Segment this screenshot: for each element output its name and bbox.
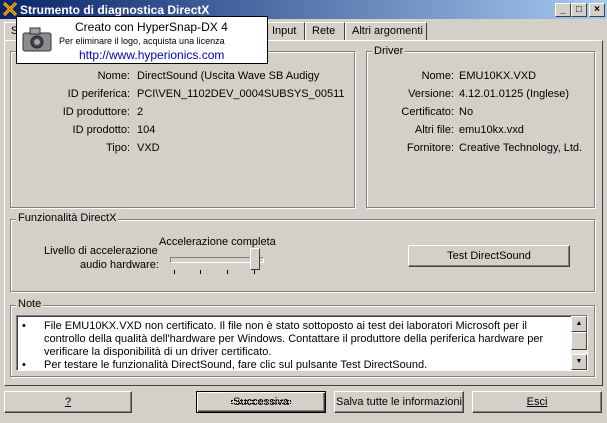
driver-vendor-label: Fornitore: [406, 142, 454, 154]
notes-box[interactable]: • File EMU10KX.VXD non certificato. Il f… [16, 315, 588, 371]
device-id-value: PCI\VEN_1102DEV_0004SUBSYS_00511 [137, 88, 345, 100]
exit-button[interactable]: Esci [472, 391, 602, 413]
type-value: VXD [137, 142, 160, 154]
directx-icon [3, 2, 17, 16]
scroll-up-icon[interactable]: ▲ [571, 316, 587, 332]
bullet: • [22, 320, 26, 332]
camera-icon [22, 27, 52, 52]
tab-rete[interactable]: Rete [305, 22, 345, 40]
bullet: • [22, 359, 26, 371]
driver-group-title: Driver [372, 45, 406, 57]
notes-group-title: Note [16, 298, 44, 310]
watermark-line2: Per eliminare il logo, acquista una lice… [59, 36, 225, 46]
minimize-button[interactable]: _ [555, 3, 571, 17]
accel-label-line1: Livello di accelerazione [44, 245, 158, 257]
driver-name-value: EMU10KX.VXD [459, 70, 537, 82]
help-label: ? [64, 396, 72, 408]
maximize-button[interactable]: □ [571, 3, 587, 17]
driver-name-label: Nome: [421, 70, 454, 82]
slider-tick [254, 270, 255, 274]
accel-value-text: Accelerazione completa [159, 236, 276, 248]
next-button[interactable]: Successiva [196, 391, 326, 413]
slider-tick [227, 270, 228, 274]
close-button[interactable]: × [589, 3, 605, 17]
tab-input[interactable]: Input [265, 22, 305, 40]
scroll-down-icon[interactable]: ▼ [571, 354, 587, 370]
accel-label-line2: audio hardware: [80, 259, 159, 271]
note-text: File EMU10KX.VXD non certificato. Il fil… [44, 320, 544, 358]
notes-scrollbar[interactable]: ▲ ▼ [571, 316, 587, 370]
next-label: Successiva [227, 396, 295, 408]
accel-slider-thumb[interactable] [250, 248, 260, 270]
features-group-title: Funzionalità DirectX [16, 212, 119, 224]
driver-version-value: 4.12.01.0125 (Inglese) [459, 88, 570, 100]
note-text: Per testare le funzionalità DirectSound,… [44, 359, 428, 371]
driver-files-value: emu10kx.vxd [459, 124, 524, 136]
tab-altri-argomenti[interactable]: Altri argomenti [345, 22, 427, 40]
save-all-button[interactable]: Salva tutte le informazioni [334, 391, 464, 413]
vendor-id-value: 2 [137, 106, 144, 118]
help-button[interactable]: ? [4, 391, 132, 413]
slider-tick [174, 270, 175, 274]
product-id-label: ID prodotto: [72, 124, 130, 136]
test-directsound-label: Test DirectSound [447, 250, 531, 262]
watermark-line1: Creato con HyperSnap-DX 4 [75, 20, 228, 34]
type-label: Tipo: [105, 142, 130, 154]
note-item: • Per testare le funzionalità DirectSoun… [22, 359, 562, 371]
driver-vendor-value: Creative Technology, Ltd. [459, 142, 583, 154]
vendor-id-label: ID produttore: [62, 106, 130, 118]
driver-certified-label: Certificato: [401, 106, 454, 118]
hypersnap-watermark: Creato con HyperSnap-DX 4 Per eliminare … [16, 16, 268, 64]
note-item: • File EMU10KX.VXD non certificato. Il f… [22, 320, 562, 359]
driver-files-label: Altri file: [414, 124, 454, 136]
device-id-label: ID periferica: [67, 88, 130, 100]
device-name-label: Nome: [97, 70, 130, 82]
driver-certified-value: No [459, 106, 474, 118]
save-all-label: Salva tutte le informazioni [336, 396, 462, 408]
driver-version-label: Versione: [408, 88, 454, 100]
window-title: Strumento di diagnostica DirectX [20, 3, 210, 17]
slider-tick [200, 270, 201, 274]
device-name-value: DirectSound (Uscita Wave SB Audigy [137, 70, 320, 82]
product-id-value: 104 [137, 124, 156, 136]
watermark-url: http://www.hyperionics.com [79, 48, 225, 62]
test-directsound-button[interactable]: Test DirectSound [408, 245, 570, 267]
exit-label: Esci [526, 396, 548, 408]
scroll-thumb[interactable] [571, 332, 587, 350]
